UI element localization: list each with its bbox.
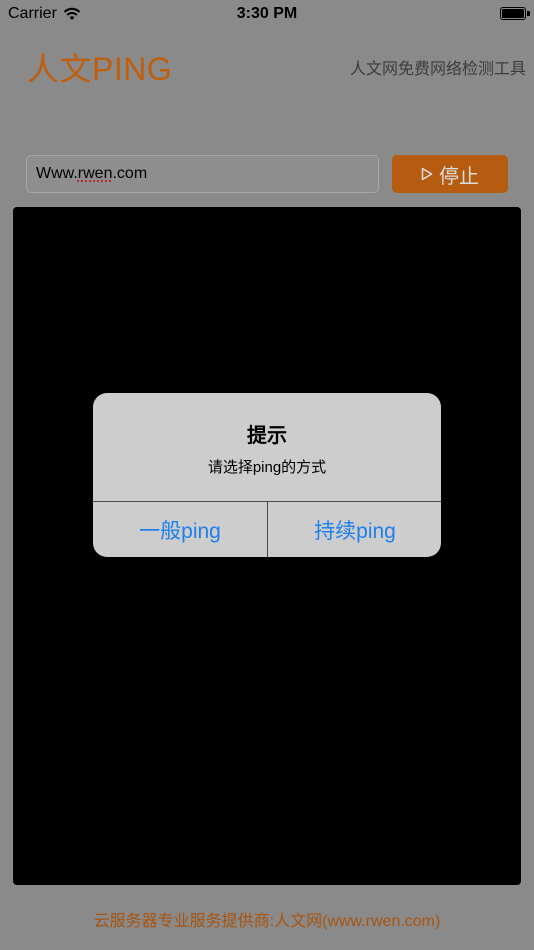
alert-message: 请选择ping的方式 [207,459,327,476]
app-title: 人文PING [27,51,173,87]
ping-mode-alert: 提示 请选择ping的方式 一般ping 持续ping [93,393,441,557]
footer-link[interactable]: 云服务器专业服务提供商:人文网(www.rwen.com) [0,907,534,931]
continuous-ping-button[interactable]: 持续ping [268,502,441,557]
host-input[interactable]: Www.rwen.com [26,155,379,193]
battery-full-icon [500,7,530,20]
status-time: 3:30 PM [236,5,298,22]
host-input-value: Www.rwen.com [36,165,148,182]
status-bar: Carrier 3:30 PM [0,0,534,28]
stop-button-label: 停止 [439,165,479,188]
play-icon [421,167,433,181]
normal-ping-button[interactable]: 一般ping [93,502,267,557]
stop-button[interactable]: 停止 [392,155,508,193]
app-subtitle: 人文网免费网络检测工具 [349,61,526,78]
alert-title: 提示 [247,425,287,447]
